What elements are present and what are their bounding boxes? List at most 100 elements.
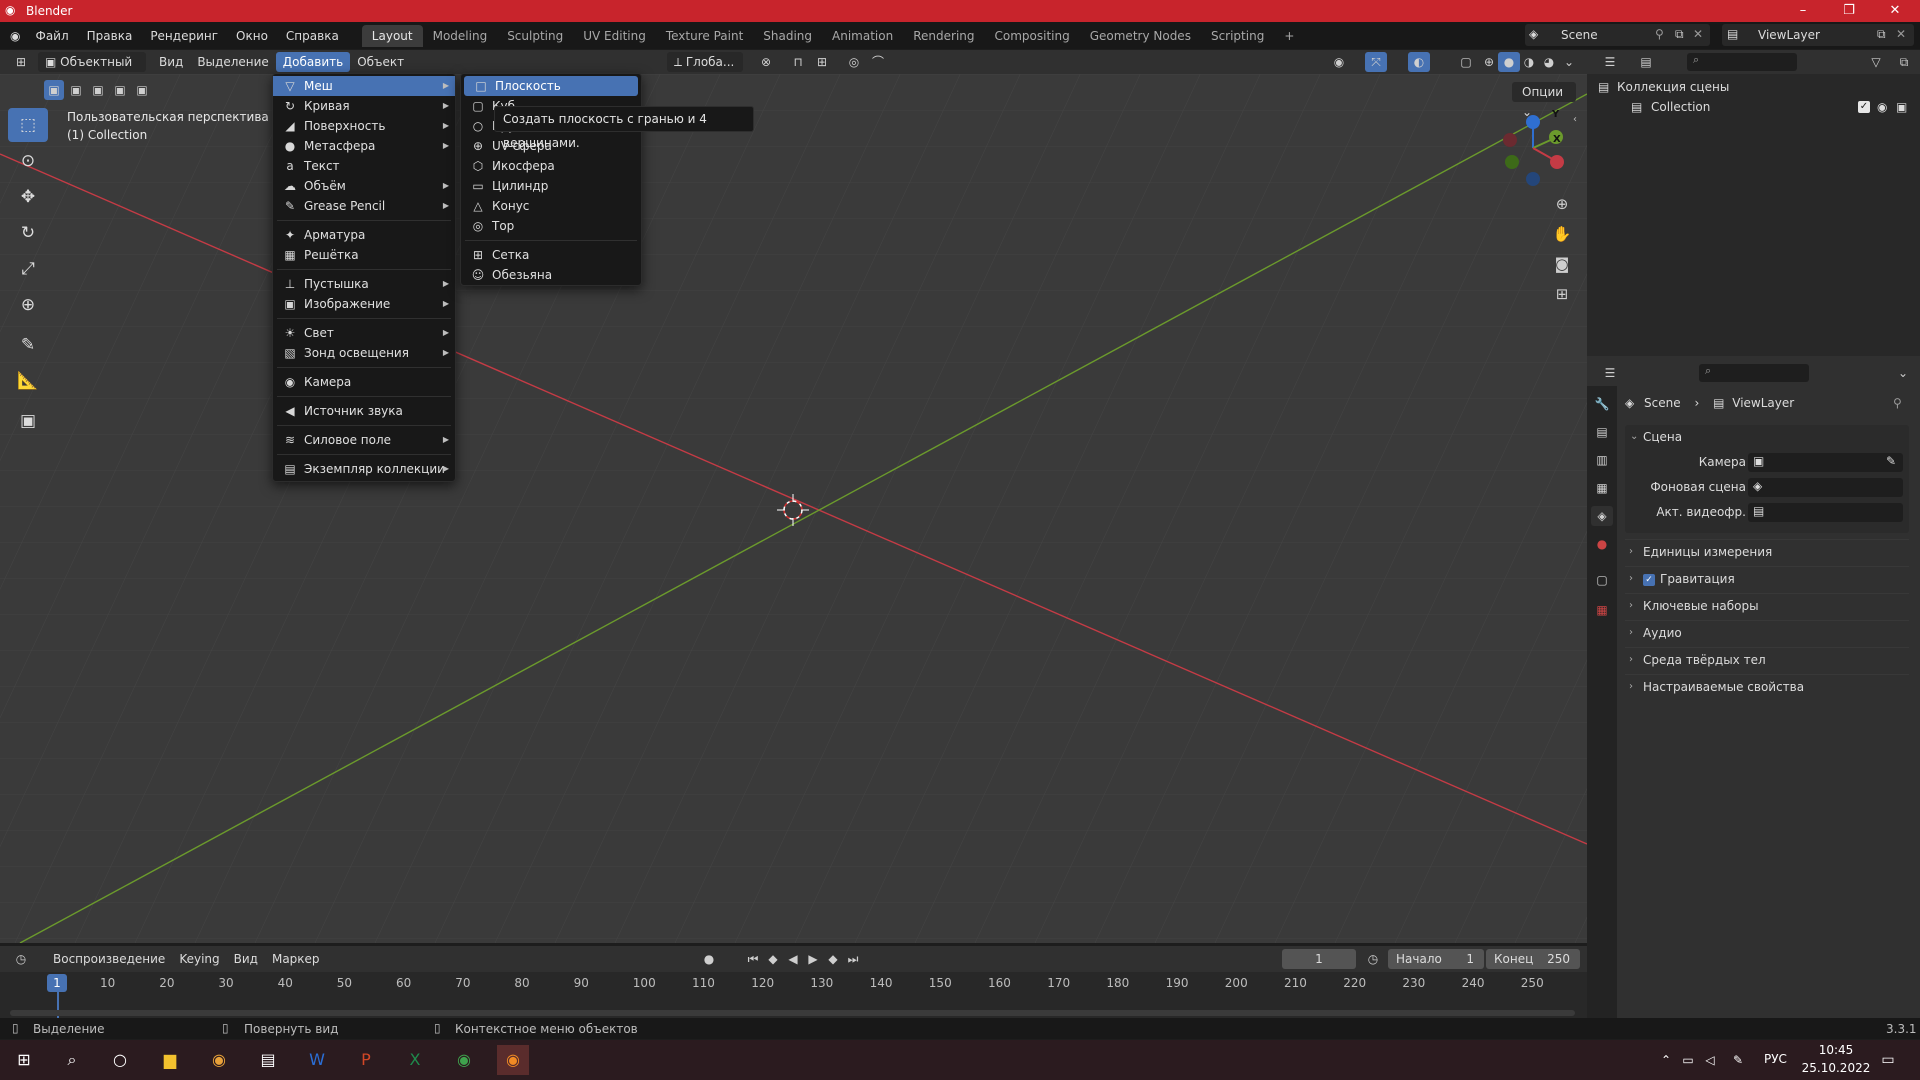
menu-timeline-view[interactable]: Вид bbox=[227, 949, 265, 969]
add-menu-item[interactable]: ≋ Силовое поле ▶ bbox=[273, 430, 455, 450]
display-mode-icon[interactable]: ▤ bbox=[1635, 52, 1657, 72]
viewlayer-selector[interactable]: ▤ ViewLayer ⧉ ✕ bbox=[1722, 24, 1914, 46]
menu-add[interactable]: Добавить bbox=[275, 52, 351, 72]
add-menu-item[interactable]: ◀ Источник звука bbox=[273, 401, 455, 421]
task-view-icon[interactable]: ○ bbox=[104, 1045, 136, 1075]
add-menu-item[interactable]: ▧ Зонд освещения ▶ bbox=[273, 343, 455, 363]
select-subtract-icon[interactable]: ▣ bbox=[88, 80, 108, 100]
windows-start-icon[interactable]: ⊞ bbox=[8, 1045, 40, 1075]
add-menu-item[interactable]: ↻ Кривая ▶ bbox=[273, 96, 455, 116]
menu-object[interactable]: Объект bbox=[350, 52, 411, 72]
current-frame-field[interactable]: 1 bbox=[1282, 949, 1356, 969]
view-layer-tab-icon[interactable]: ▦ bbox=[1591, 478, 1613, 498]
add-menu-item[interactable]: a Текст bbox=[273, 156, 455, 176]
tab-geometry-nodes[interactable]: Geometry Nodes bbox=[1080, 25, 1201, 47]
zoom-icon[interactable]: ⊕ bbox=[1551, 194, 1573, 214]
add-menu-item[interactable]: ✦ Арматура bbox=[273, 225, 455, 245]
add-menu-item[interactable]: ● Метасфера ▶ bbox=[273, 136, 455, 156]
visibility-eye-icon[interactable]: ◉ bbox=[1877, 97, 1887, 117]
menu-render[interactable]: Рендеринг bbox=[141, 25, 227, 47]
transform-tool-icon[interactable]: ⊕ bbox=[8, 288, 48, 322]
gizmo-toggle-icon[interactable]: ⤧ bbox=[1365, 52, 1387, 72]
pan-hand-icon[interactable]: ✋ bbox=[1551, 224, 1573, 244]
playhead[interactable]: 1 bbox=[47, 974, 67, 992]
snap-icon[interactable]: ⊓ bbox=[787, 52, 809, 72]
xray-icon[interactable]: ▢ bbox=[1455, 52, 1477, 72]
mesh-menu-item[interactable]: ⊞ Сетка bbox=[461, 245, 641, 265]
record-icon[interactable]: ● bbox=[698, 949, 720, 969]
new-collection-icon[interactable]: ⧉ bbox=[1893, 52, 1915, 72]
input-language[interactable]: РУС bbox=[1764, 1052, 1787, 1066]
shading-rendered-icon[interactable]: ◕ bbox=[1538, 52, 1560, 72]
measure-tool-icon[interactable]: 📐 bbox=[8, 364, 48, 398]
menu-file[interactable]: Файл bbox=[26, 25, 77, 47]
camera-field[interactable]: ▣ ✎ bbox=[1748, 453, 1903, 472]
add-menu-item[interactable]: ▦ Решётка bbox=[273, 245, 455, 265]
pin-icon[interactable]: ⚲ bbox=[1893, 393, 1902, 413]
background-scene-field[interactable]: ◈ bbox=[1748, 478, 1903, 497]
outliner-scene-collection[interactable]: ▤ Коллекция сцены bbox=[1587, 77, 1920, 97]
notifications-icon[interactable]: ▭ bbox=[1872, 1045, 1904, 1075]
texture-tab-icon[interactable]: ▦ bbox=[1591, 600, 1613, 620]
mesh-menu-item[interactable]: △ Конус bbox=[461, 196, 641, 216]
tab-animation[interactable]: Animation bbox=[822, 25, 903, 47]
play-icon[interactable]: ▶ bbox=[802, 949, 824, 969]
select-box-tool-icon[interactable]: ⬚ bbox=[8, 108, 48, 142]
falloff-icon[interactable]: ⌒ bbox=[867, 52, 889, 72]
outliner-editor-icon[interactable]: ☰ bbox=[1599, 52, 1621, 72]
tab-sculpting[interactable]: Sculpting bbox=[497, 25, 573, 47]
section-rigid-body[interactable]: › Среда твёрдых тел bbox=[1625, 647, 1909, 671]
menu-help[interactable]: Справка bbox=[277, 25, 348, 47]
properties-options-icon[interactable]: ⌄ bbox=[1892, 363, 1914, 383]
blender-taskbar-icon[interactable]: ◉ bbox=[497, 1045, 529, 1075]
collapse-sidebar-icon[interactable]: ‹ bbox=[1573, 114, 1577, 125]
section-gravity[interactable]: › ✓ Гравитация bbox=[1625, 566, 1909, 590]
scene-selector[interactable]: ◈ Scene ⚲ ⧉ ✕ bbox=[1525, 24, 1710, 46]
maximize-button[interactable]: ❐ bbox=[1826, 0, 1872, 22]
visibility-icon[interactable]: ◉ bbox=[1328, 52, 1350, 72]
timeline-scrollbar[interactable] bbox=[10, 1010, 1575, 1016]
mode-selector[interactable]: ▣ Объектный ... bbox=[38, 52, 146, 89]
tab-modeling[interactable]: Modeling bbox=[423, 25, 498, 47]
snap-target-icon[interactable]: ⊞ bbox=[811, 52, 833, 72]
pen-icon[interactable]: ✎ bbox=[1722, 1045, 1754, 1075]
menu-window[interactable]: Окно bbox=[227, 25, 277, 47]
perspective-toggle-icon[interactable]: ⊞ bbox=[1551, 284, 1573, 304]
preview-range-icon[interactable]: ◷ bbox=[1362, 949, 1384, 969]
mesh-menu-item[interactable]: ☺ Обезьяна bbox=[461, 265, 641, 285]
select-intersect-icon[interactable]: ▣ bbox=[132, 80, 152, 100]
prev-keyframe-icon[interactable]: ◆ bbox=[762, 949, 784, 969]
add-menu-item[interactable]: ▣ Изображение ▶ bbox=[273, 294, 455, 314]
scene-panel-header[interactable]: ⌄ Сцена bbox=[1625, 425, 1909, 449]
menu-marker[interactable]: Маркер bbox=[265, 949, 327, 969]
tool-tab-icon[interactable]: 🔧 bbox=[1591, 394, 1613, 414]
chrome-profile-icon[interactable]: ◉ bbox=[448, 1045, 480, 1075]
outliner-search-input[interactable]: ⌕ bbox=[1687, 53, 1797, 71]
options-button[interactable]: Опции ⌄ bbox=[1512, 82, 1576, 119]
world-tab-icon[interactable]: ● bbox=[1591, 534, 1613, 554]
add-menu-item[interactable]: ⊥ Пустышка ▶ bbox=[273, 274, 455, 294]
tab-rendering[interactable]: Rendering bbox=[903, 25, 984, 47]
file-explorer-icon[interactable]: ▆ bbox=[154, 1045, 186, 1075]
3d-viewport[interactable]: Z Y X Пользовательская перспектива (1) C… bbox=[0, 74, 1587, 943]
pivot-icon[interactable]: ⊗ bbox=[755, 52, 777, 72]
mesh-menu-item[interactable]: ⬡ Икосфера bbox=[461, 156, 641, 176]
section-keying-sets[interactable]: › Ключевые наборы bbox=[1625, 593, 1909, 617]
overlays-toggle-icon[interactable]: ◐ bbox=[1408, 52, 1430, 72]
menu-view[interactable]: Вид bbox=[152, 52, 190, 72]
tab-texture-paint[interactable]: Texture Paint bbox=[656, 25, 753, 47]
shading-wireframe-icon[interactable]: ⊕ bbox=[1478, 52, 1500, 72]
render-tab-icon[interactable]: ▤ bbox=[1591, 422, 1613, 442]
tab-layout[interactable]: Layout bbox=[361, 24, 423, 47]
tab-compositing[interactable]: Compositing bbox=[985, 25, 1080, 47]
add-menu-item[interactable]: ☁ Объём ▶ bbox=[273, 176, 455, 196]
mesh-menu-item[interactable]: □ Плоскость bbox=[464, 76, 638, 96]
select-new-icon[interactable]: ▣ bbox=[44, 80, 64, 100]
scene-tab-icon[interactable]: ◈ bbox=[1591, 506, 1613, 526]
menu-playback[interactable]: Воспроизведение bbox=[46, 949, 172, 969]
menu-select[interactable]: Выделение bbox=[190, 52, 275, 72]
end-frame-field[interactable]: Конец 250 bbox=[1486, 949, 1580, 969]
properties-editor-icon[interactable]: ☰ bbox=[1599, 363, 1621, 383]
cursor-tool-icon[interactable]: ⊙ bbox=[8, 144, 48, 178]
proportional-edit-icon[interactable]: ◎ bbox=[843, 52, 865, 72]
